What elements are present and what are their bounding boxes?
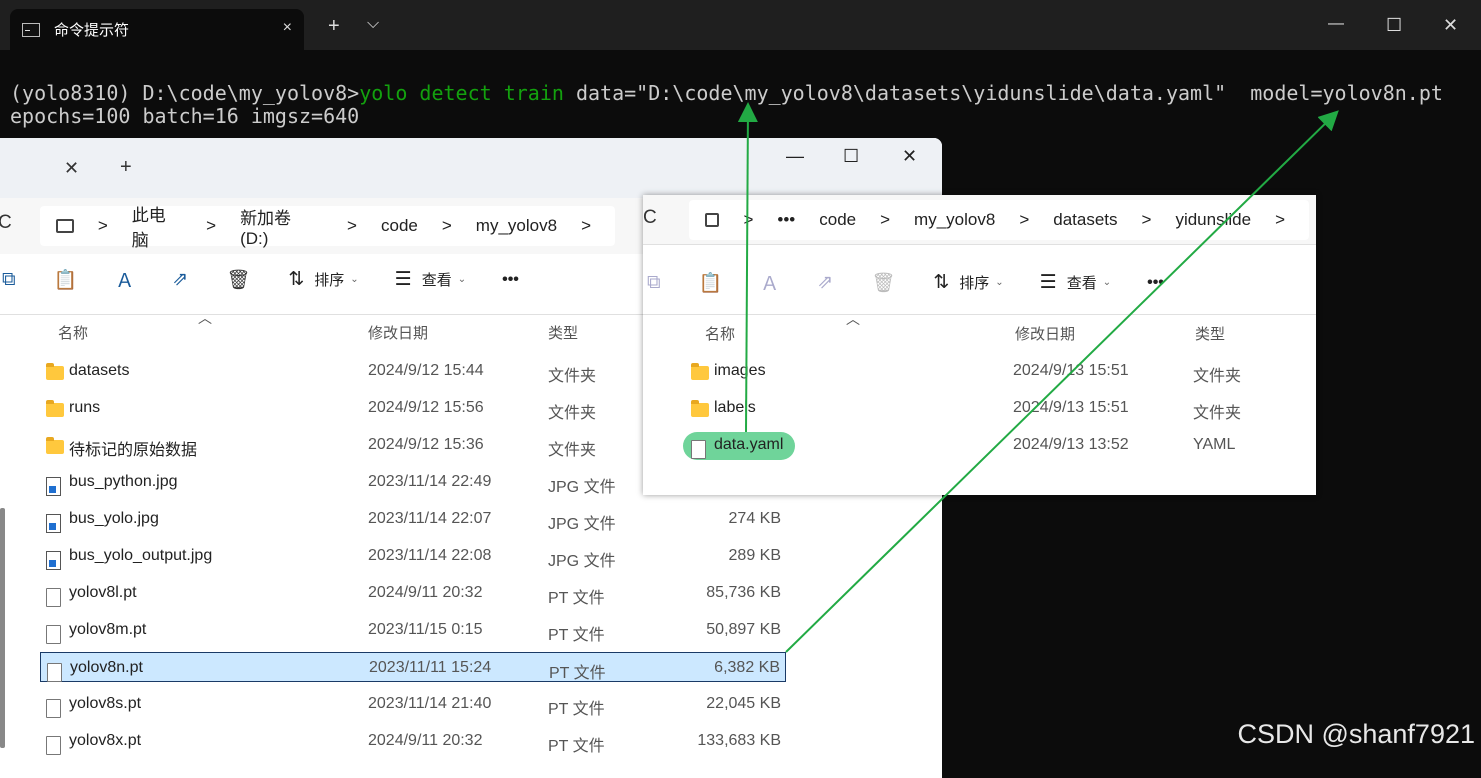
arrow-to-data-arg xyxy=(737,102,758,433)
arrow-to-model-arg xyxy=(785,110,1339,653)
watermark: CSDN @shanf7921 xyxy=(1237,719,1475,749)
annotation-arrows xyxy=(737,102,1339,653)
